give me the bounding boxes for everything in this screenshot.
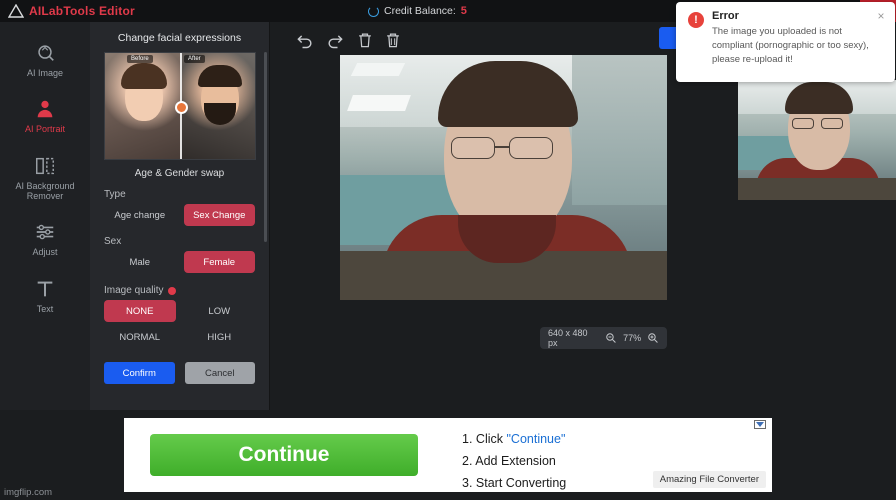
option-female[interactable]: Female bbox=[183, 251, 255, 273]
panel-scrollbar[interactable] bbox=[264, 52, 267, 242]
sidebar-item-text[interactable]: Text bbox=[0, 278, 90, 314]
ad-step-2-num: 2. bbox=[462, 454, 473, 468]
result-jacket bbox=[738, 178, 896, 200]
ad-step-3-num: 3. bbox=[462, 476, 473, 490]
photo-lens-left bbox=[451, 137, 495, 159]
bottom-bar: Continue 1. Click "Continue" 2. Add Exte… bbox=[0, 410, 896, 500]
trash-icon[interactable] bbox=[355, 30, 375, 50]
toast-title: Error bbox=[712, 10, 739, 22]
panel-buttons: Confirm Cancel bbox=[90, 352, 269, 384]
image-quality-label: Image quality bbox=[90, 277, 269, 300]
undo-arrow-icon[interactable] bbox=[295, 30, 315, 50]
ad-step-2-text: Add Extension bbox=[475, 454, 556, 468]
option-quality-low[interactable]: LOW bbox=[184, 300, 256, 322]
refresh-circle-icon bbox=[368, 5, 379, 17]
triangle-a-logo-icon bbox=[8, 4, 24, 18]
bulb-tip-icon bbox=[168, 286, 177, 295]
left-rail: AI Image AI Portrait AI Background Remov… bbox=[0, 22, 90, 410]
before-tag: Before bbox=[127, 55, 153, 63]
toast-message: The image you uploaded is not compliant … bbox=[712, 26, 869, 65]
ad-brand-label: Amazing File Converter bbox=[652, 471, 766, 488]
error-exclamation-icon: ! bbox=[688, 12, 704, 28]
image-quality-text: Image quality bbox=[104, 285, 164, 296]
ai-image-icon bbox=[38, 45, 54, 61]
option-quality-high[interactable]: HIGH bbox=[184, 326, 256, 348]
zoom-level: 77% bbox=[623, 333, 642, 343]
photo-glasses-bridge bbox=[495, 146, 509, 148]
ad-step-1: 1. Click "Continue" bbox=[462, 432, 566, 446]
image-dimensions: 640 x 480 px bbox=[548, 328, 588, 348]
result-lens-left bbox=[792, 118, 814, 129]
option-age-change[interactable]: Age change bbox=[104, 204, 176, 226]
result-lens-right bbox=[821, 118, 843, 129]
trash-clear-icon[interactable] bbox=[383, 30, 403, 50]
quality-options-row-2: NORMAL HIGH bbox=[90, 326, 269, 352]
photo-light-1 bbox=[347, 95, 411, 111]
type-options: Age change Sex Change bbox=[90, 204, 269, 230]
ad-steps: 1. Click "Continue" 2. Add Extension 3. … bbox=[462, 432, 566, 498]
after-tag: After bbox=[184, 55, 205, 63]
ad-step-3: 3. Start Converting bbox=[462, 476, 566, 490]
sidebar-item-label: Text bbox=[36, 303, 54, 314]
result-thumbnail[interactable] bbox=[738, 80, 896, 200]
sidebar-item-ai-image[interactable]: AI Image bbox=[0, 42, 90, 78]
text-t-icon bbox=[37, 281, 53, 297]
ad-step-1-text: Click bbox=[475, 432, 507, 446]
ad-choices-icon bbox=[754, 420, 766, 429]
ad-step-2: 2. Add Extension bbox=[462, 454, 566, 468]
photo-wall-right bbox=[572, 55, 667, 205]
option-sex-change[interactable]: Sex Change bbox=[183, 204, 255, 226]
zoom-in-icon[interactable] bbox=[647, 332, 659, 344]
option-male[interactable]: Male bbox=[104, 251, 176, 273]
error-toast: ! Error The image you uploaded is not co… bbox=[676, 2, 895, 82]
preview-divider-handle[interactable] bbox=[175, 101, 188, 114]
ad-step-1-num: 1. bbox=[462, 432, 473, 446]
sidebar-item-ai-background-remover[interactable]: AI Background Remover bbox=[0, 155, 90, 202]
sidebar-item-label: AI Background Remover bbox=[15, 180, 75, 202]
imgflip-watermark: imgflip.com bbox=[4, 487, 53, 498]
ad-step-1-quoted: "Continue" bbox=[506, 432, 566, 446]
cancel-button[interactable]: Cancel bbox=[184, 362, 255, 384]
sliders-adjust-icon bbox=[36, 225, 54, 240]
photo-lens-right bbox=[509, 137, 553, 159]
preview-caption: Age & Gender swap bbox=[134, 168, 225, 179]
tool-panel: Change facial expressions Before After A… bbox=[90, 22, 270, 410]
close-x-icon[interactable]: × bbox=[875, 10, 887, 22]
app-root: AILabTools Editor Credit Balance: 5 AI I… bbox=[0, 0, 896, 500]
redo-arrow-icon[interactable] bbox=[325, 30, 345, 50]
sex-options: Male Female bbox=[90, 251, 269, 277]
sidebar-item-label: AI Image bbox=[26, 68, 64, 78]
zoom-controls: 640 x 480 px 77% bbox=[540, 327, 667, 349]
credit-value: 5 bbox=[460, 5, 467, 17]
sex-label: Sex bbox=[104, 236, 122, 247]
sidebar-item-adjust[interactable]: Adjust bbox=[0, 221, 90, 257]
quality-options-row-1: NONE LOW bbox=[90, 300, 269, 326]
portrait-person-icon bbox=[37, 101, 53, 118]
ad-step-3-text: Start Converting bbox=[475, 476, 567, 490]
photo-glasses bbox=[451, 137, 563, 159]
type-label: Type bbox=[104, 189, 126, 200]
background-remover-icon bbox=[36, 157, 54, 174]
brand-title: AILabTools Editor bbox=[29, 4, 135, 18]
ad-continue-button[interactable]: Continue bbox=[150, 434, 418, 476]
sidebar-item-label: Adjust bbox=[32, 247, 58, 258]
brand[interactable]: AILabTools Editor bbox=[8, 4, 135, 18]
before-after-preview[interactable]: Before After bbox=[104, 52, 256, 160]
advertisement[interactable]: Continue 1. Click "Continue" 2. Add Exte… bbox=[124, 418, 772, 492]
zoom-out-icon[interactable] bbox=[605, 332, 617, 344]
ad-choices-badge[interactable] bbox=[754, 420, 769, 429]
sidebar-item-ai-portrait[interactable]: AI Portrait bbox=[0, 98, 90, 134]
option-quality-none[interactable]: NONE bbox=[104, 300, 176, 322]
option-quality-normal[interactable]: NORMAL bbox=[104, 326, 176, 348]
panel-title: Change facial expressions bbox=[117, 32, 242, 44]
photo-light-2 bbox=[350, 63, 406, 76]
confirm-button[interactable]: Confirm bbox=[104, 362, 175, 384]
credit-label: Credit Balance: bbox=[384, 5, 456, 17]
result-glasses bbox=[792, 118, 847, 129]
credit-balance: Credit Balance: 5 bbox=[368, 0, 467, 22]
sidebar-item-label: AI Portrait bbox=[24, 124, 65, 135]
canvas-image[interactable] bbox=[340, 55, 667, 300]
